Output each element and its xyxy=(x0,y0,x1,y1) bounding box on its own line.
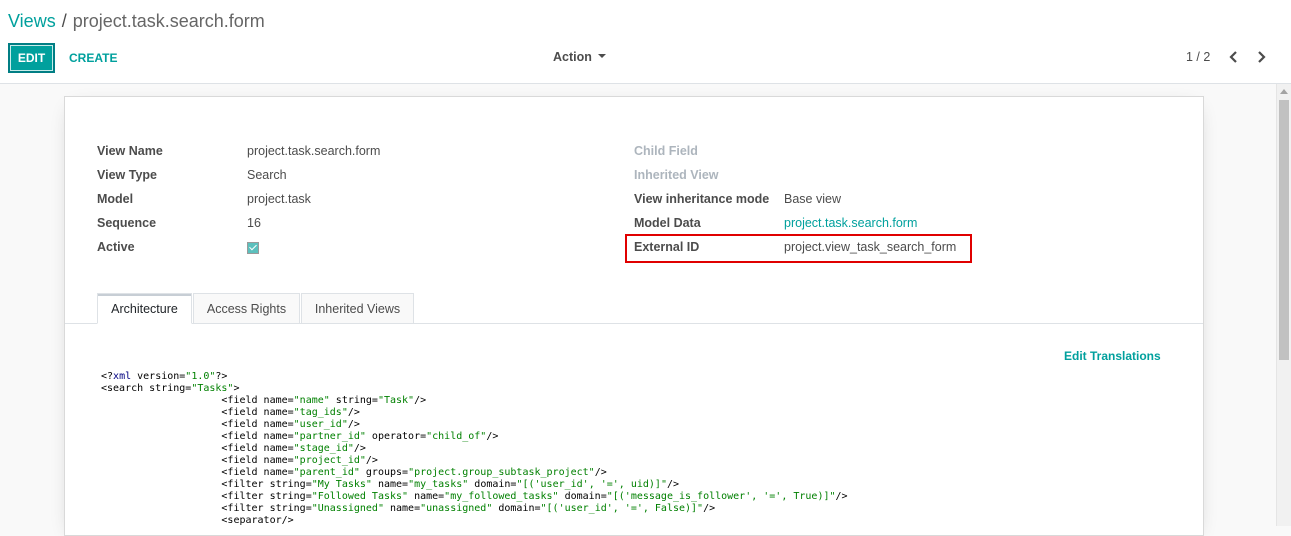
model-data-link[interactable]: project.task.search.form xyxy=(784,216,917,230)
notebook-tabs: Architecture Access Rights Inherited Vie… xyxy=(65,293,1203,324)
field-value-view-type: Search xyxy=(247,168,287,182)
field-label-inherited-view: Inherited View xyxy=(634,168,719,182)
code-line: <field name="stage_id"/> xyxy=(101,443,366,454)
form-sheet: View Name project.task.search.form View … xyxy=(64,96,1204,536)
breadcrumb-separator: / xyxy=(61,11,67,31)
field-label-active: Active xyxy=(97,240,135,254)
pager-value[interactable]: 1 / 2 xyxy=(1186,50,1210,64)
field-value-sequence: 16 xyxy=(247,216,261,230)
chevron-right-icon xyxy=(1258,51,1266,63)
chevron-left-icon xyxy=(1229,51,1237,63)
field-value-view-name: project.task.search.form xyxy=(247,144,381,158)
caret-down-icon xyxy=(597,54,606,58)
tab-inherited-views[interactable]: Inherited Views xyxy=(301,293,414,324)
code-line: <field name="partner_id" operator="child… xyxy=(101,431,499,442)
field-value-model: project.task xyxy=(247,192,311,206)
code-line: <filter string="My Tasks" name="my_tasks… xyxy=(101,479,680,490)
action-label: Action xyxy=(553,50,592,64)
code-line: <field name="tag_ids"/> xyxy=(101,407,360,418)
create-button[interactable]: CREATE xyxy=(61,43,125,73)
code-line: <field name="project_id"/> xyxy=(101,455,378,466)
tab-architecture[interactable]: Architecture xyxy=(97,293,192,324)
field-label-model-data: Model Data xyxy=(634,216,701,230)
code-line: <filter string="Unassigned" name="unassi… xyxy=(101,503,716,514)
external-id-highlight-box xyxy=(625,234,972,263)
code-line: <separator/> xyxy=(101,515,294,526)
field-value-inheritance-mode: Base view xyxy=(784,192,841,206)
tab-access-rights[interactable]: Access Rights xyxy=(193,293,300,324)
scrollbar-thumb[interactable] xyxy=(1279,100,1289,360)
field-label-model: Model xyxy=(97,192,134,206)
scroll-up-arrow-icon[interactable] xyxy=(1280,89,1288,94)
breadcrumb: Views / project.task.search.form xyxy=(8,10,265,32)
code-line: <field name="parent_id" groups="project.… xyxy=(101,467,607,478)
code-line: <?xml version="1.0"?> xyxy=(101,371,228,382)
field-label-child-field: Child Field xyxy=(634,144,698,158)
pager-previous-button[interactable] xyxy=(1224,47,1244,67)
action-dropdown[interactable]: Action xyxy=(553,50,606,64)
breadcrumb-current: project.task.search.form xyxy=(72,11,265,31)
pager-next-button[interactable] xyxy=(1251,47,1271,67)
field-label-view-name: View Name xyxy=(97,144,163,158)
field-label-inheritance-mode: View inheritance mode xyxy=(634,192,770,206)
active-checkbox[interactable] xyxy=(247,242,259,254)
breadcrumb-views-link[interactable]: Views xyxy=(8,11,56,31)
edit-translations-link[interactable]: Edit Translations xyxy=(1064,349,1161,363)
vertical-scrollbar[interactable] xyxy=(1276,84,1291,526)
code-line: <field name="user_id"/> xyxy=(101,419,360,430)
code-line: <field name="name" string="Task"/> xyxy=(101,395,427,406)
field-label-view-type: View Type xyxy=(97,168,157,182)
edit-button[interactable]: EDIT xyxy=(8,43,55,73)
arch-code-view[interactable]: <?xml version="1.0"?> <search string="Tas… xyxy=(101,371,848,527)
field-label-sequence: Sequence xyxy=(97,216,157,230)
code-line: <filter string="Followed Tasks" name="my… xyxy=(101,491,848,502)
control-panel: Views / project.task.search.form EDIT CREA… xyxy=(0,0,1291,84)
code-line: <search string="Tasks"> xyxy=(101,383,240,394)
